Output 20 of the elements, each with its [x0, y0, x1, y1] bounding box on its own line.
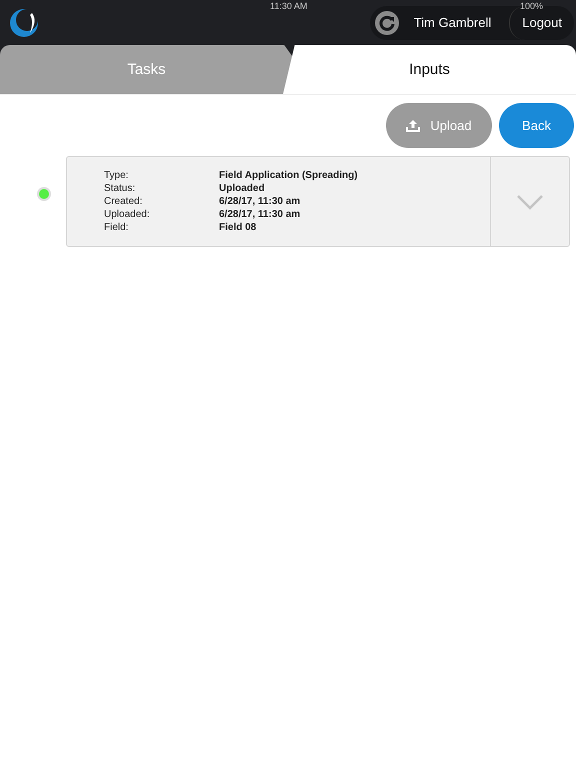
field-value: Uploaded	[219, 183, 266, 194]
field-label: Uploaded:	[104, 209, 151, 220]
field-value: 6/28/17, 11:30 am	[219, 209, 302, 220]
logo-icon	[8, 6, 40, 38]
upload-icon	[406, 120, 420, 132]
refresh-icon[interactable]	[374, 10, 400, 36]
status-time: 11:30 AM	[270, 1, 308, 11]
upload-button[interactable]: Upload	[386, 103, 492, 148]
field-value: 6/28/17, 11:30 am	[219, 196, 302, 207]
user-name: Tim Gambrell	[412, 15, 492, 30]
chevron-icon	[516, 194, 544, 210]
tab[interactable]: Tasks	[0, 45, 293, 94]
field-value: Field 08	[219, 222, 258, 233]
back-button[interactable]: Back	[499, 103, 574, 148]
field-label: Created:	[104, 196, 144, 207]
field-label: Field:	[104, 222, 130, 233]
field-label: Type:	[104, 170, 130, 181]
field-label: Status:	[104, 183, 136, 194]
tab[interactable]: Inputs	[283, 45, 576, 94]
field-value: Field Application (Spreading)	[219, 170, 359, 181]
